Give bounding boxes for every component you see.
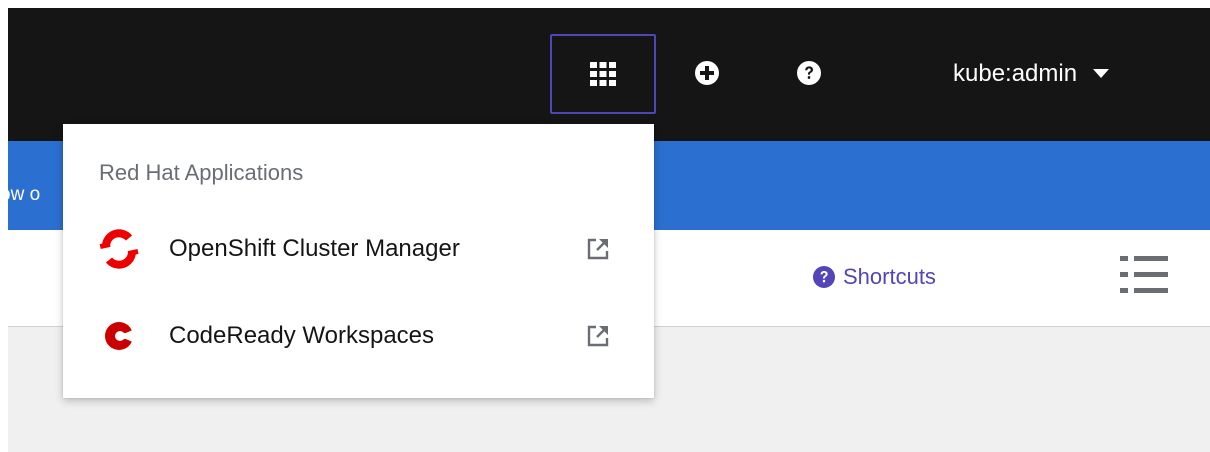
codeready-logo-icon [99, 316, 139, 356]
plus-circle-icon [695, 61, 719, 85]
menu-item-codeready-workspaces[interactable]: CodeReady Workspaces [63, 306, 654, 366]
question-circle-icon [797, 61, 821, 85]
list-icon [1120, 256, 1168, 293]
banner-text: ow o [0, 184, 41, 205]
user-menu-toggle[interactable]: kube:admin [953, 56, 1110, 92]
openshift-logo-icon [99, 229, 139, 269]
grid-icon [590, 62, 616, 86]
user-name: kube:admin [953, 60, 1078, 87]
quick-create-button[interactable] [694, 60, 720, 86]
menu-item-label: OpenShift Cluster Manager [169, 235, 460, 262]
shortcuts-link[interactable]: Shortcuts [813, 262, 936, 292]
shortcuts-label: Shortcuts [843, 264, 936, 289]
caret-down-icon [1093, 69, 1110, 78]
help-button[interactable] [796, 60, 822, 86]
menu-item-openshift-cluster-manager[interactable]: OpenShift Cluster Manager [63, 219, 654, 279]
question-circle-icon [813, 266, 835, 288]
app-launcher-menu: Red Hat Applications OpenShift Cluster M… [63, 124, 654, 398]
menu-item-label: CodeReady Workspaces [169, 322, 435, 349]
app-launcher-button[interactable] [550, 34, 656, 114]
list-view-toggle[interactable] [1120, 256, 1168, 294]
menu-group-title: Red Hat Applications [99, 160, 304, 185]
external-link-icon [585, 323, 611, 349]
external-link-icon [585, 236, 611, 262]
